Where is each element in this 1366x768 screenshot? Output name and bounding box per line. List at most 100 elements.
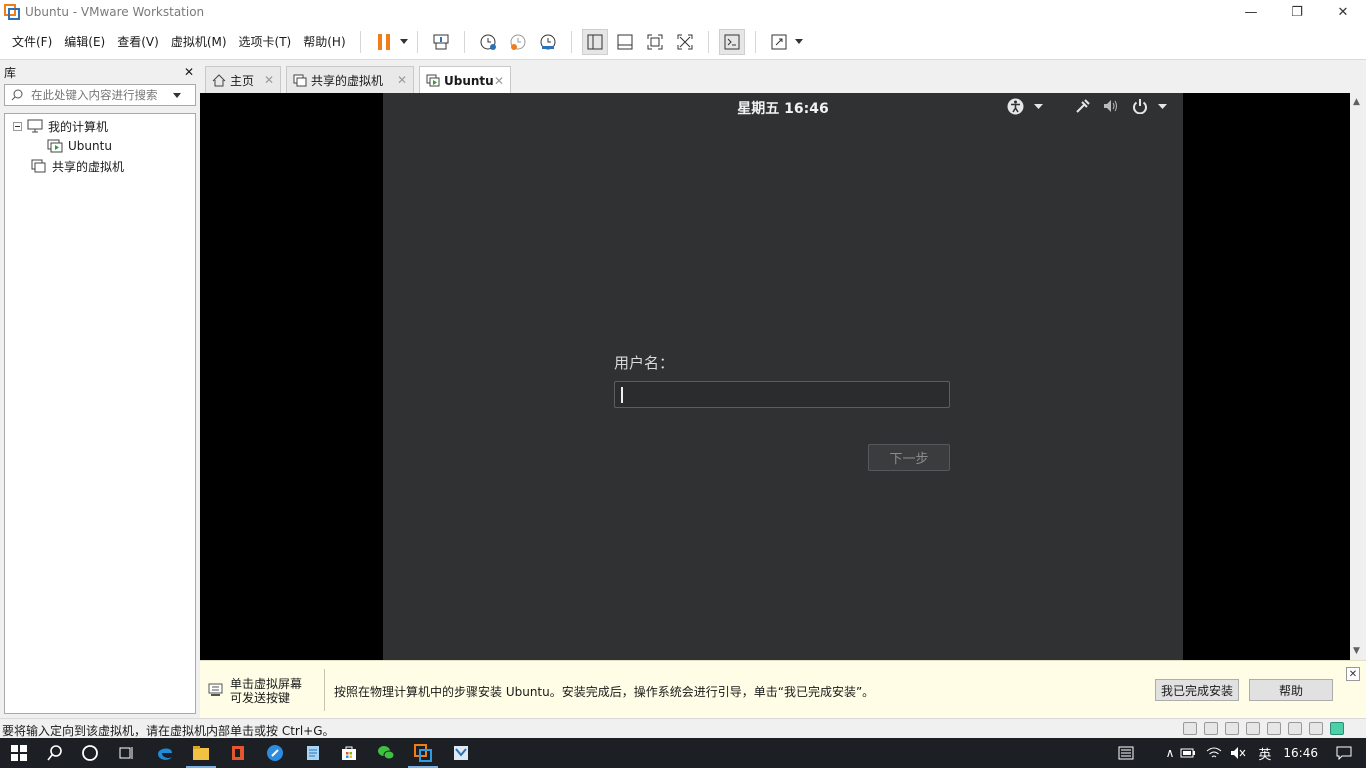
home-icon <box>212 73 226 86</box>
start-icon[interactable] <box>10 744 28 762</box>
vmware-icon[interactable] <box>414 744 432 762</box>
menu-view[interactable]: 查看(V) <box>111 33 165 50</box>
office-icon[interactable] <box>229 744 247 762</box>
tree-item-shared-vms[interactable]: 共享的虚拟机 <box>31 157 124 175</box>
tab-home[interactable]: 主页 ✕ <box>205 66 281 93</box>
tree-label-my-computer: 我的计算机 <box>48 119 109 134</box>
pause-dropdown[interactable] <box>399 39 409 44</box>
minimize-button[interactable]: — <box>1228 0 1274 24</box>
chevron-up-icon[interactable]: ∧ <box>1166 746 1175 760</box>
app-mail-icon[interactable] <box>452 744 470 762</box>
clock[interactable]: 16:46 <box>1283 746 1318 760</box>
thumbnail-bar-icon <box>617 34 633 49</box>
explorer-icon[interactable] <box>192 744 210 762</box>
vm-vertical-scrollbar[interactable]: ▲ ▼ <box>1350 93 1366 660</box>
tab-close-button[interactable]: ✕ <box>264 73 274 87</box>
printer-icon[interactable] <box>1246 722 1260 735</box>
toolbar-separator <box>570 30 572 53</box>
task-view-icon[interactable] <box>117 744 135 762</box>
notes-icon[interactable] <box>304 744 322 762</box>
guest-clock[interactable]: 星期五 16:46 <box>383 98 1183 118</box>
tree-item-ubuntu[interactable]: Ubuntu <box>47 137 112 155</box>
chevron-down-icon[interactable] <box>1158 104 1167 109</box>
username-label: 用户名： <box>614 354 675 372</box>
finished-install-button[interactable]: 我已完成安装 <box>1155 679 1239 701</box>
menu-edit[interactable]: 编辑(E) <box>58 33 111 50</box>
pause-icon <box>377 33 390 50</box>
accessibility-icon[interactable] <box>1007 98 1024 115</box>
menu-help[interactable]: 帮助(H) <box>297 33 351 50</box>
notification-close-button[interactable]: ✕ <box>1346 667 1360 681</box>
snapshot-button[interactable] <box>475 29 501 55</box>
username-input[interactable] <box>614 381 950 408</box>
restore-button[interactable]: ❐ <box>1274 0 1320 24</box>
cd-dvd-icon[interactable] <box>1204 722 1218 735</box>
close-button[interactable]: ✕ <box>1320 0 1366 24</box>
notification-center-icon[interactable] <box>1336 746 1352 760</box>
library-close-button[interactable]: ✕ <box>184 65 194 79</box>
message-log-icon[interactable] <box>1330 722 1344 735</box>
collapse-icon[interactable] <box>13 121 22 131</box>
network-adapter-icon[interactable] <box>1225 722 1239 735</box>
menu-vm[interactable]: 虚拟机(M) <box>165 33 233 50</box>
tab-label: 共享的虚拟机 <box>311 73 384 88</box>
camera-icon[interactable] <box>1288 722 1302 735</box>
vm-screen[interactable]: 星期五 16:46 用户名： 下一步 <box>383 93 1183 660</box>
status-bar: 要将输入定向到该虚拟机，请在虚拟机内部单击或按 Ctrl+G。 <box>0 718 1366 738</box>
windows-taskbar: ∧ 英 16:46 <box>0 738 1366 768</box>
next-button[interactable]: 下一步 <box>868 444 950 471</box>
revert-snapshot-icon <box>510 34 526 50</box>
full-screen-icon <box>647 34 663 49</box>
vmware-app-icon <box>4 4 20 20</box>
edge-icon[interactable] <box>156 744 174 762</box>
snapshot-manager-button[interactable] <box>535 29 561 55</box>
send-ctrl-alt-del-button[interactable] <box>428 29 454 55</box>
battery-icon[interactable] <box>1180 748 1196 758</box>
library-view-icon <box>587 34 603 49</box>
install-notification-bar: 单击虚拟屏幕 可发送按键 按照在物理计算机中的步骤安装 Ubuntu。安装完成后… <box>200 660 1366 718</box>
library-search[interactable] <box>4 84 196 106</box>
tree-item-my-computer[interactable]: 我的计算机 <box>13 117 108 135</box>
stretch-dropdown[interactable] <box>794 39 804 44</box>
library-view-button[interactable] <box>581 28 608 55</box>
wechat-icon[interactable] <box>377 744 395 762</box>
help-button[interactable]: 帮助 <box>1249 679 1333 701</box>
ime-indicator[interactable]: 英 <box>1258 744 1271 763</box>
menu-tabs[interactable]: 选项卡(T) <box>233 33 298 50</box>
stretch-button[interactable] <box>766 29 792 55</box>
app-blue-icon[interactable] <box>266 744 284 762</box>
wifi-icon[interactable] <box>1206 746 1222 760</box>
computer-icon <box>27 119 43 133</box>
console-view-button[interactable] <box>718 28 745 55</box>
chevron-down-icon[interactable] <box>173 92 181 98</box>
tab-ubuntu[interactable]: Ubuntu ✕ <box>419 66 511 94</box>
tab-shared-vms[interactable]: 共享的虚拟机 ✕ <box>286 66 414 93</box>
keyboard-icon[interactable] <box>1118 746 1134 760</box>
full-screen-button[interactable] <box>642 29 668 55</box>
status-text: 要将输入定向到该虚拟机，请在虚拟机内部单击或按 Ctrl+G。 <box>2 724 335 738</box>
toolbar-separator <box>463 30 465 53</box>
volume-icon[interactable] <box>1103 98 1120 114</box>
thumbnail-bar-button[interactable] <box>612 29 638 55</box>
chevron-down-icon[interactable] <box>1034 104 1043 109</box>
network-icon[interactable] <box>1075 98 1091 114</box>
store-icon[interactable] <box>340 744 358 762</box>
revert-snapshot-button[interactable] <box>505 29 531 55</box>
volume-muted-icon[interactable] <box>1230 746 1246 760</box>
toolbar-separator <box>707 30 709 53</box>
sound-card-icon[interactable] <box>1267 722 1281 735</box>
unity-button[interactable] <box>672 29 698 55</box>
hard-disk-icon[interactable] <box>1183 722 1197 735</box>
pause-button[interactable] <box>371 29 397 55</box>
tab-close-button[interactable]: ✕ <box>494 74 504 88</box>
tab-close-button[interactable]: ✕ <box>397 73 407 87</box>
usb-icon[interactable] <box>1309 722 1323 735</box>
text-cursor <box>621 387 623 403</box>
scroll-up-icon[interactable]: ▲ <box>1353 97 1360 107</box>
menu-file[interactable]: 文件(F) <box>6 33 58 50</box>
library-search-input[interactable] <box>31 88 171 102</box>
cortana-icon[interactable] <box>81 744 99 762</box>
search-icon[interactable] <box>46 744 64 762</box>
power-icon[interactable] <box>1132 98 1148 114</box>
scroll-down-icon[interactable]: ▼ <box>1353 646 1360 656</box>
